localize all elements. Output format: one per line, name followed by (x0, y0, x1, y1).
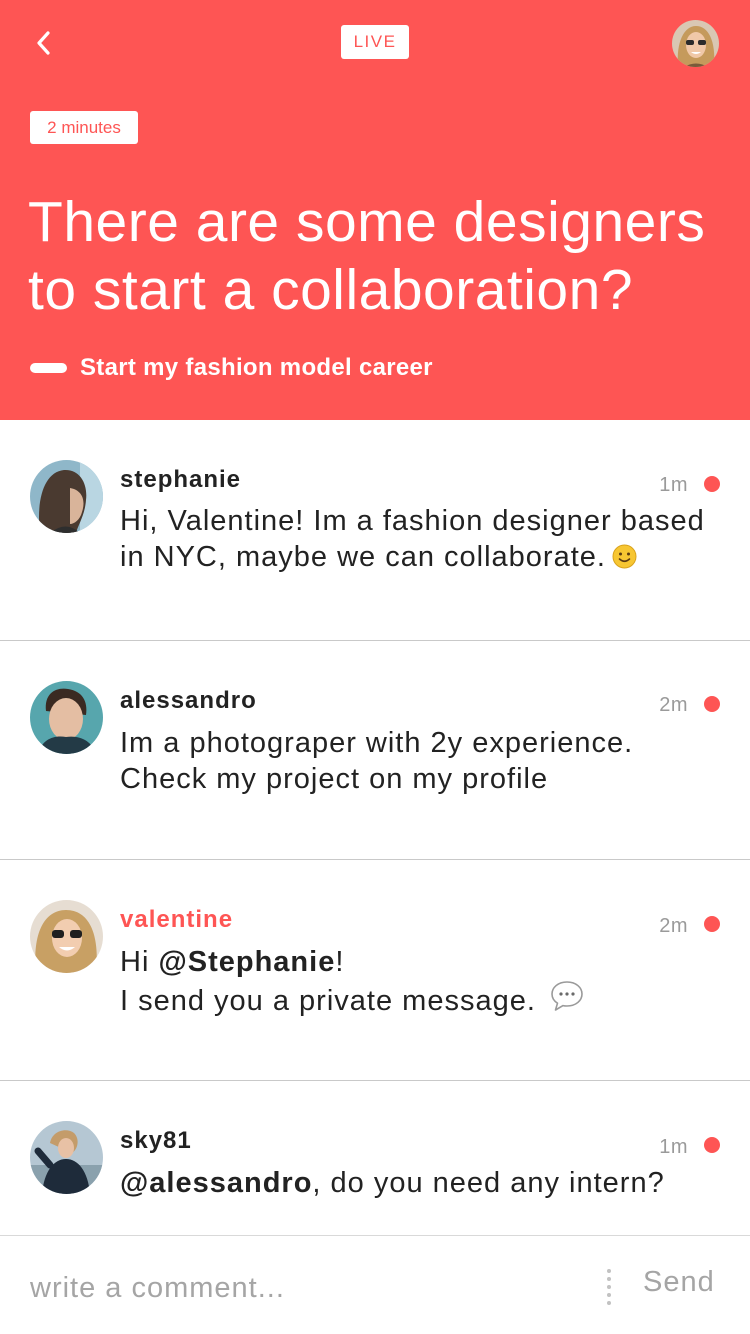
tag-label: Start my fashion model career (80, 354, 433, 381)
live-header: LIVE 2 minutes There are some designers … (0, 0, 750, 420)
comment-time: 1m (659, 474, 688, 496)
comment-text: @alessandro, do you need any intern? (120, 1167, 665, 1199)
comment-list[interactable]: stephanie 1m Hi, Valentine! Im a fashion… (0, 420, 750, 1235)
time-badge: 2 minutes (30, 111, 138, 144)
status-dot (704, 476, 720, 492)
comment-input[interactable] (30, 1266, 570, 1310)
more-options-icon[interactable] (601, 1267, 617, 1307)
profile-avatar[interactable] (672, 20, 719, 67)
comment-text: Im a photograper with 2y experience. Che… (120, 727, 634, 795)
status-dot (704, 1137, 720, 1153)
comment-item: valentine 2m Hi @Stephanie! I send you a… (0, 860, 750, 1081)
avatar[interactable] (30, 681, 103, 754)
comment-time: 2m (659, 694, 688, 716)
comment-item: sky81 1m @alessandro, do you need any in… (0, 1081, 750, 1235)
chat-bubble-icon (551, 981, 583, 1011)
comment-username[interactable]: valentine (120, 906, 233, 934)
smile-emoji-icon (612, 544, 637, 569)
comment-composer: Send (0, 1235, 750, 1334)
comment-username[interactable]: sky81 (120, 1127, 192, 1155)
chevron-left-icon (37, 31, 50, 55)
question-title: There are some designers to start a coll… (28, 190, 706, 322)
live-badge: LIVE (341, 25, 409, 59)
avatar[interactable] (30, 1121, 103, 1194)
comment-username[interactable]: stephanie (120, 466, 241, 494)
mention-link[interactable]: @alessandro (120, 1167, 312, 1199)
comment-time: 1m (659, 1136, 688, 1158)
comment-time: 2m (659, 915, 688, 937)
comment-text: Hi, Valentine! Im a fashion designer bas… (120, 505, 705, 573)
send-button[interactable]: Send (643, 1266, 715, 1299)
comment-item: stephanie 1m Hi, Valentine! Im a fashion… (0, 420, 750, 641)
status-dot (704, 696, 720, 712)
mention-link[interactable]: @Stephanie (158, 946, 335, 978)
tag-dash-icon (30, 363, 67, 373)
comment-text: Hi @Stephanie! I send you a private mess… (120, 944, 710, 1019)
status-dot (704, 916, 720, 932)
back-button[interactable] (26, 26, 60, 60)
comment-username[interactable]: alessandro (120, 687, 257, 715)
topic-tag[interactable]: Start my fashion model career (30, 354, 433, 382)
avatar[interactable] (30, 900, 103, 973)
comment-item: alessandro 2m Im a photograper with 2y e… (0, 641, 750, 860)
avatar[interactable] (30, 460, 103, 533)
